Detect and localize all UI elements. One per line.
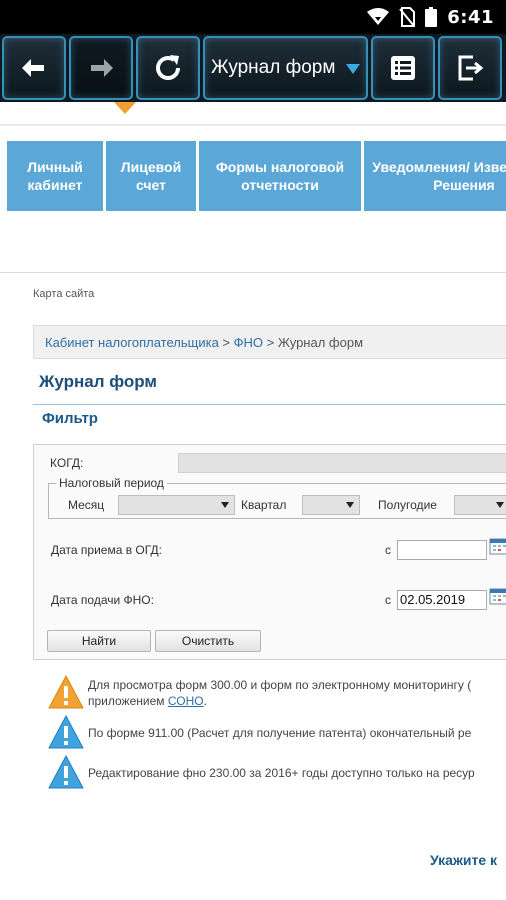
active-indicator	[114, 102, 136, 114]
clear-button[interactable]: Очистить	[155, 630, 261, 652]
info-icon	[48, 715, 84, 749]
no-sim-icon	[399, 7, 416, 27]
divider	[0, 272, 506, 273]
page-title: Журнал форм	[39, 372, 157, 391]
nav-item-account[interactable]: Лицевой счет	[106, 141, 196, 211]
sitemap-link[interactable]: Карта сайта	[33, 288, 94, 300]
halfyear-label: Полугодие	[378, 498, 437, 512]
nav-item-tax-forms[interactable]: Формы налоговой отчетности	[199, 141, 361, 211]
info-icon	[48, 755, 84, 789]
breadcrumb-link-fno[interactable]: ФНО	[234, 335, 263, 350]
chevron-down-icon	[346, 64, 360, 74]
breadcrumb-link-cabinet[interactable]: Кабинет налогоплательщика	[45, 335, 219, 350]
bottom-link[interactable]: Укажите к	[430, 852, 497, 868]
back-button[interactable]	[2, 36, 66, 100]
divider	[33, 404, 506, 405]
clock: 6:41	[447, 6, 494, 28]
quarter-select[interactable]	[302, 495, 360, 515]
sono-link[interactable]: СОНО	[168, 694, 204, 708]
app-toolbar: Журнал форм	[0, 34, 506, 102]
refresh-icon	[156, 55, 180, 80]
breadcrumb-separator: >	[263, 335, 278, 350]
notice-text: приложением	[88, 694, 168, 708]
nav-item-personal-cabinet[interactable]: Личный кабинет	[7, 141, 103, 211]
kogd-select[interactable]	[178, 453, 506, 473]
chevron-down-icon	[496, 502, 504, 508]
breadcrumb-current: Журнал форм	[277, 335, 364, 350]
main-nav: Личный кабинет Лицевой счет Формы налого…	[0, 141, 506, 211]
refresh-button[interactable]	[136, 36, 200, 100]
filter-heading: Фильтр	[42, 410, 98, 427]
halfyear-select[interactable]	[454, 495, 506, 515]
nav-item-notifications[interactable]: Уведомления/ Извещения/ Решения	[364, 141, 506, 211]
forward-button[interactable]	[69, 36, 133, 100]
submit-date-from-label: с	[385, 593, 391, 607]
receive-date-input[interactable]	[397, 540, 487, 560]
list-icon	[391, 56, 415, 80]
battery-icon	[425, 7, 438, 27]
notice-text: По форме 911.00 (Расчет для получение па…	[88, 726, 472, 740]
tax-period-legend: Налоговый период	[56, 476, 167, 490]
month-label: Месяц	[68, 498, 105, 512]
forward-icon	[91, 59, 113, 77]
submit-date-input[interactable]: 02.05.2019	[397, 590, 487, 610]
page-selector-label: Журнал форм	[211, 57, 336, 78]
breadcrumb: Кабинет налогоплательщика > ФНО > Журнал…	[33, 325, 506, 359]
exit-button[interactable]	[438, 36, 502, 100]
calendar-icon[interactable]	[489, 587, 506, 605]
notice-item: По форме 911.00 (Расчет для получение па…	[48, 715, 506, 755]
warning-icon	[48, 675, 84, 709]
chevron-down-icon	[346, 502, 354, 508]
exit-icon	[458, 55, 484, 81]
breadcrumb-separator: >	[218, 335, 234, 350]
wifi-icon	[367, 8, 390, 25]
notice-text: Для просмотра форм 300.00 и форм по элек…	[88, 678, 472, 692]
menu-list-button[interactable]	[371, 36, 435, 100]
month-select[interactable]	[118, 495, 235, 515]
receive-date-label: Дата приема в ОГД:	[51, 543, 162, 557]
notice-item: Редактирование фно 230.00 за 2016+ годы …	[48, 755, 506, 795]
find-button[interactable]: Найти	[47, 630, 151, 652]
divider	[0, 124, 506, 126]
submit-date-label: Дата подачи ФНО:	[51, 593, 154, 607]
notice-item: Для просмотра форм 300.00 и форм по элек…	[48, 675, 506, 715]
calendar-icon[interactable]	[489, 537, 506, 555]
chevron-down-icon	[221, 502, 229, 508]
back-icon	[22, 59, 44, 77]
quarter-label: Квартал	[241, 498, 287, 512]
notice-text: Редактирование фно 230.00 за 2016+ годы …	[88, 766, 475, 780]
page-selector-dropdown[interactable]: Журнал форм	[203, 36, 368, 100]
notice-text: .	[203, 694, 207, 708]
kogd-label: КОГД:	[50, 456, 84, 470]
receive-date-from-label: с	[385, 543, 391, 557]
status-bar: 6:41	[0, 0, 506, 34]
